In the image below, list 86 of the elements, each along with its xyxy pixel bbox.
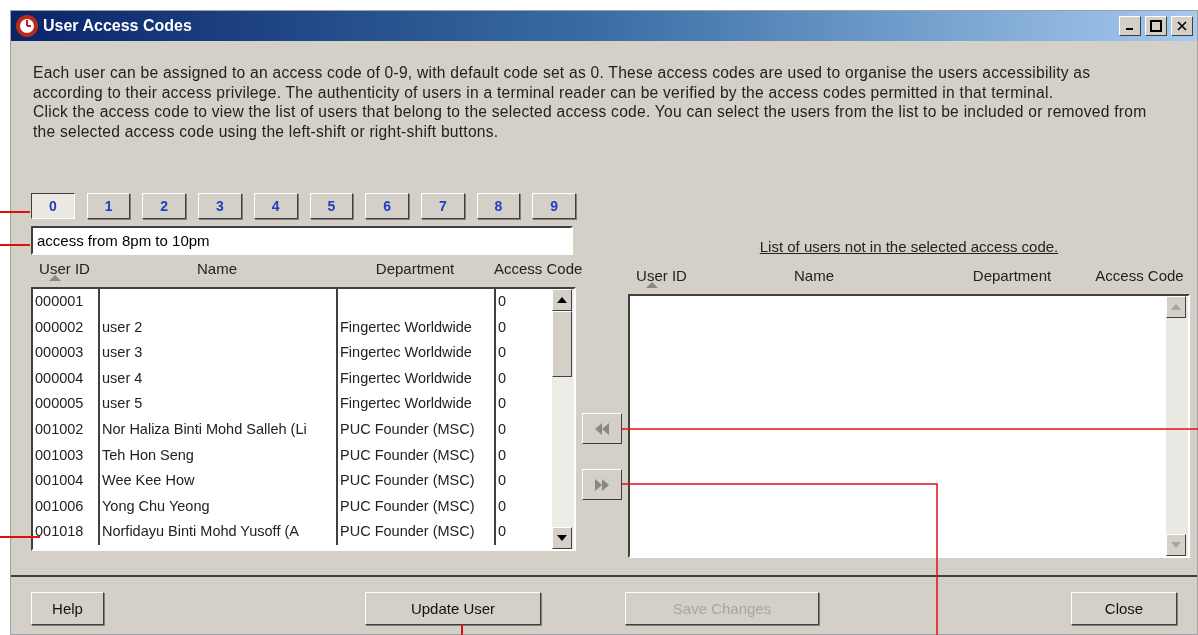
down-arrow-icon [1171, 542, 1181, 548]
table-cell: 000003 [33, 340, 100, 366]
table-cell: Wee Kee How [100, 468, 338, 494]
table-cell: user 5 [100, 391, 338, 417]
leader-line [0, 211, 31, 213]
table-cell-text: 0 [497, 419, 508, 439]
table-cell: 000001 [33, 289, 100, 315]
table-cell: 001002 [33, 416, 100, 443]
table-cell: Teh Hon Seng [100, 442, 338, 469]
table-cell: 001018 [33, 519, 100, 545]
access-code-tab[interactable]: 2 [142, 193, 187, 219]
table-cell: Norfidayu Binti Mohd Yusoff (A [100, 519, 338, 545]
up-arrow-icon [557, 297, 567, 303]
double-left-arrow-icon [594, 422, 610, 435]
leader-line [461, 623, 463, 635]
access-code-tab[interactable]: 0 [31, 193, 75, 219]
left-shift-button[interactable] [582, 413, 622, 444]
table-cell: PUC Founder (MSC) [338, 493, 496, 520]
access-code-tab[interactable]: 7 [420, 193, 465, 219]
table-cell: Fingertec Worldwide [338, 314, 496, 341]
sort-indicator-icon [49, 275, 61, 281]
column-header[interactable]: Access Code [494, 260, 583, 277]
double-right-arrow-icon [594, 478, 610, 491]
leader-line [0, 536, 41, 538]
table-cell-text: 0 [497, 445, 508, 465]
access-code-tab[interactable]: 8 [476, 193, 521, 219]
access-code-tab[interactable]: 6 [365, 193, 409, 219]
sort-indicator-icon [646, 282, 658, 288]
table-cell-text: 0 [497, 292, 508, 311]
column-header[interactable]: User ID [636, 267, 687, 284]
table-cell: 001006 [33, 493, 100, 520]
window-title: User Access Codes [43, 17, 193, 35]
table-cell-text: 0 [497, 317, 508, 337]
table-cell: 000002 [33, 314, 100, 341]
table-cell-text: 0 [497, 471, 508, 491]
access-code-tab[interactable]: 5 [309, 193, 354, 219]
table-cell-text: 0 [497, 343, 508, 363]
column-header[interactable]: Name [794, 267, 834, 284]
dialog-button[interactable]: Update User [365, 592, 541, 625]
table-cell: Fingertec Worldwide [338, 391, 496, 417]
table-cell: Nor Haliza Binti Mohd Salleh (Li [100, 416, 338, 443]
table-cell-text: 0 [497, 522, 508, 542]
right-shift-button[interactable] [582, 469, 622, 500]
table-cell: PUC Founder (MSC) [338, 442, 496, 469]
column-header[interactable]: User ID [39, 260, 90, 277]
description-text: Each user can be assigned to an access code of 0-9, with default code set as 0. These access codes are used to organise the users accessibility as according to their access privilege. The authenticity of users in a terminal reader can be verified by the access codes permitted in that terminal. [33, 63, 1092, 102]
table-cell-text: 0 [497, 394, 508, 414]
access-code-tab[interactable]: 3 [198, 193, 242, 219]
table-cell-text: 0 [497, 368, 508, 388]
close-button[interactable] [1171, 16, 1193, 36]
table-cell: 000005 [33, 391, 100, 417]
column-header[interactable]: Department [375, 260, 455, 277]
down-arrow-icon [557, 535, 567, 541]
description-text: Click the access code to view the list of users that belong to the selected access code. You can select the users from the list to be included or removed from the selected access code using the left-shift or right-shift buttons. [33, 102, 1148, 141]
scrollbar-thumb[interactable] [552, 311, 572, 377]
table-cell: Fingertec Worldwide [338, 365, 496, 392]
access-code-tab[interactable]: 9 [532, 193, 577, 219]
dialog-button[interactable]: Close [1071, 592, 1177, 625]
table-cell: user 2 [100, 314, 338, 341]
minimize-button[interactable] [1119, 16, 1141, 36]
table-cell: PUC Founder (MSC) [338, 468, 496, 494]
table-cell: PUC Founder (MSC) [338, 416, 496, 443]
code-description-field[interactable]: access from 8pm to 10pm [31, 226, 573, 255]
up-arrow-icon [1171, 304, 1181, 310]
column-header[interactable]: Access Code [1095, 267, 1184, 284]
table-cell: 001003 [33, 442, 100, 469]
table-cell: 001004 [33, 468, 100, 494]
clock-icon [15, 14, 39, 38]
access-code-tab[interactable]: 4 [253, 193, 298, 219]
table-cell: PUC Founder (MSC) [338, 519, 496, 545]
column-header[interactable]: Department [972, 267, 1052, 284]
maximize-icon [1150, 20, 1162, 32]
table-cell-text: 0 [497, 496, 508, 516]
leader-line [0, 244, 31, 246]
table-cell: Yong Chu Yeong [100, 493, 338, 520]
table-cell: user 3 [100, 340, 338, 366]
maximize-button[interactable] [1145, 16, 1167, 36]
table-cell: 000004 [33, 365, 100, 392]
table-cell: user 4 [100, 365, 338, 392]
dialog-button[interactable]: Help [31, 592, 104, 625]
scrollbar[interactable] [552, 289, 574, 549]
column-header[interactable]: Name [197, 260, 237, 277]
access-code-tab[interactable]: 1 [86, 193, 131, 219]
table-cell: Fingertec Worldwide [338, 340, 496, 366]
list-title: List of users not in the selected access code. [759, 238, 1059, 255]
close-icon [1177, 21, 1187, 31]
